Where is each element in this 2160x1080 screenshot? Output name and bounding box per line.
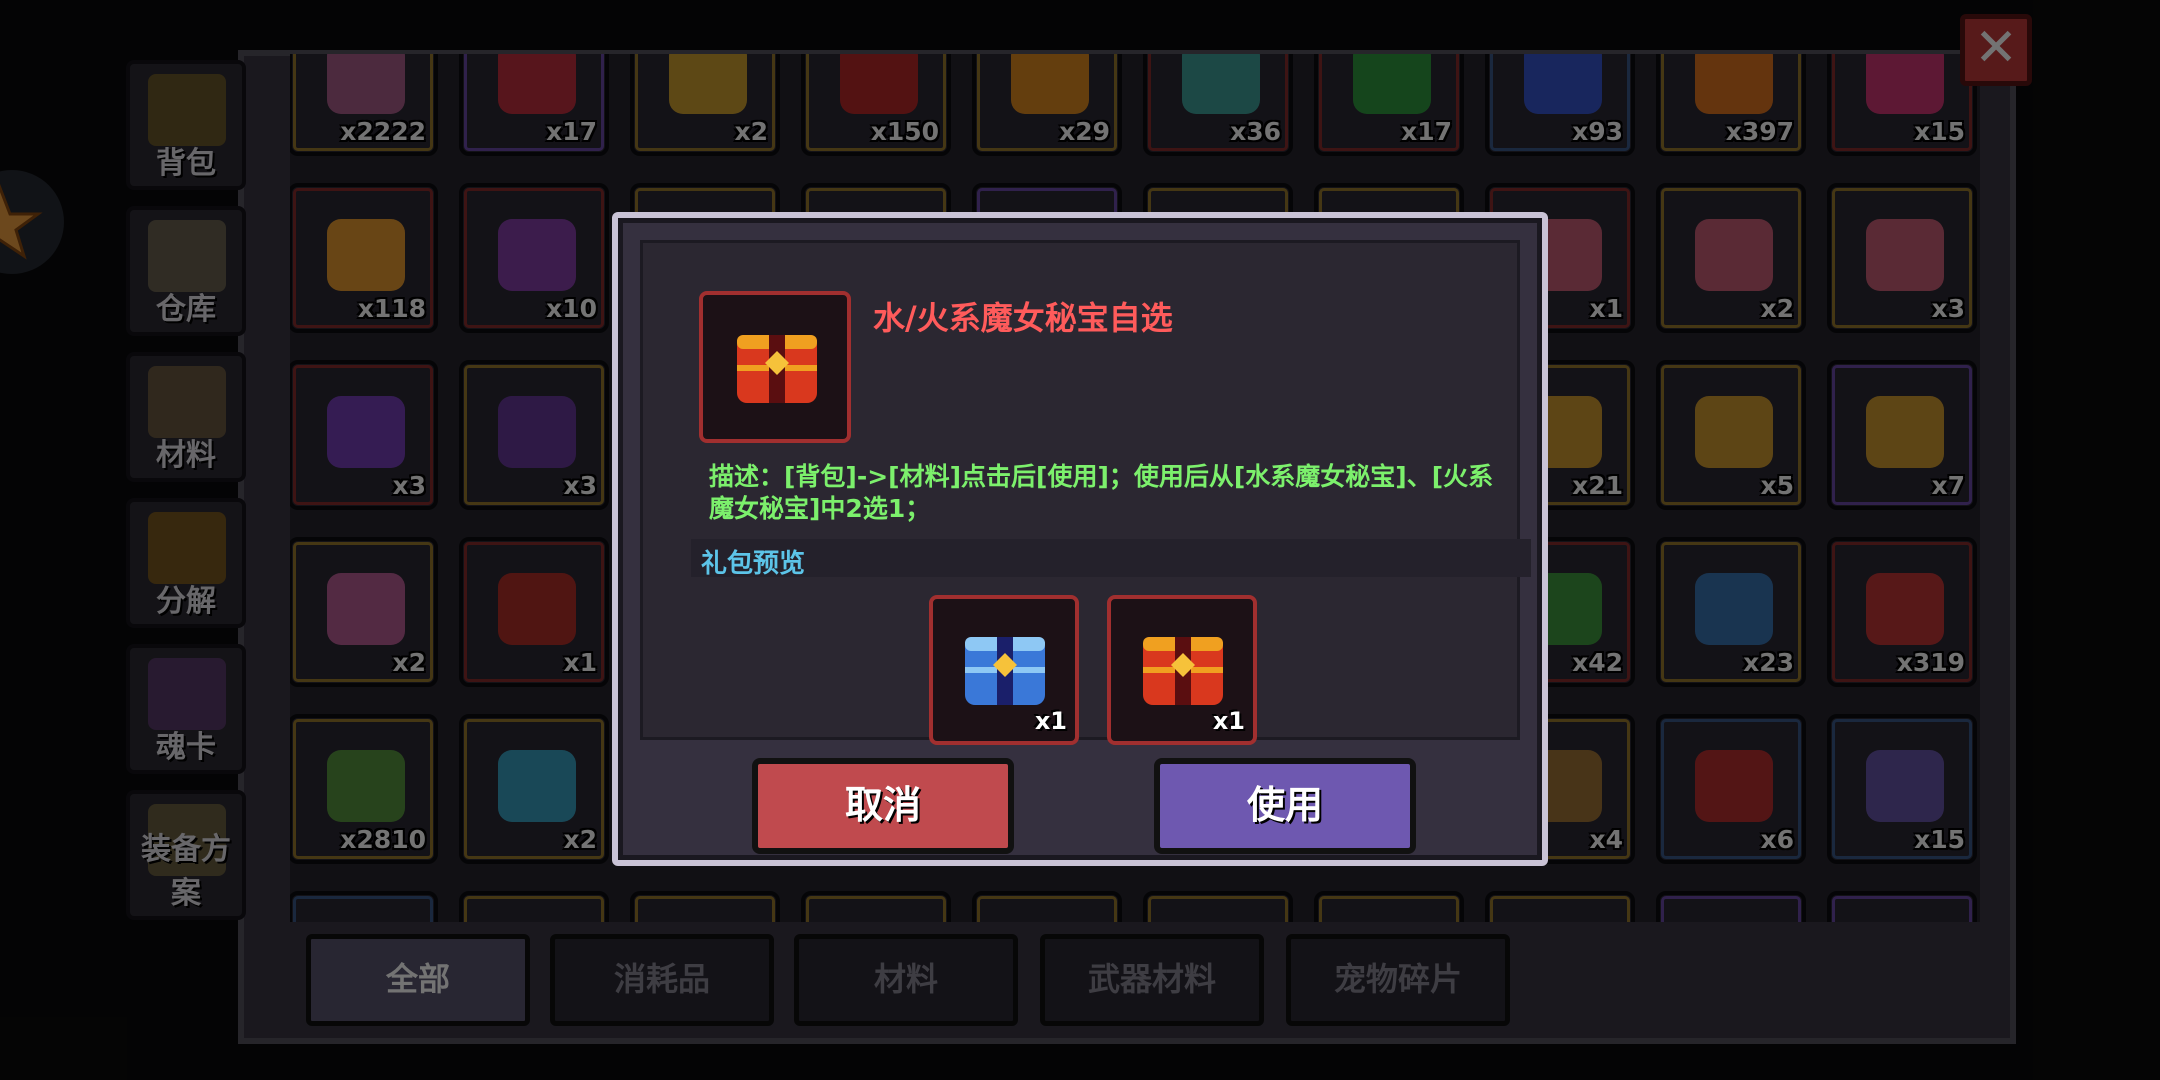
- fire-witch-chest-icon: [737, 335, 817, 403]
- reward-slot-fire[interactable]: x1: [1107, 595, 1257, 745]
- preview-label: 礼包预览: [701, 549, 806, 579]
- reward-count: x1: [1034, 707, 1067, 735]
- cancel-button[interactable]: 取消: [752, 758, 1014, 854]
- gift-dialog: 水/火系魔女秘宝自选 描述：[背包]->[材料]点击后[使用]；使用后从[水系魔…: [612, 212, 1548, 866]
- water-witch-chest-icon: [965, 637, 1045, 705]
- item-description: 描述：[背包]->[材料]点击后[使用]；使用后从[水系魔女秘宝]、[火系魔女秘…: [709, 462, 1494, 523]
- game-screen: x2222x17x2x150x29x36x17x93x397x15x118x10…: [0, 0, 2160, 1080]
- use-button[interactable]: 使用: [1154, 758, 1416, 854]
- reward-slot-water[interactable]: x1: [929, 595, 1079, 745]
- item-icon-frame: [699, 291, 851, 443]
- dialog-title: 水/火系魔女秘宝自选: [873, 299, 1173, 337]
- preview-bar: [691, 539, 1531, 577]
- fire-witch-chest-icon: [1143, 637, 1223, 705]
- reward-count: x1: [1212, 707, 1245, 735]
- dialog-content: 水/火系魔女秘宝自选 描述：[背包]->[材料]点击后[使用]；使用后从[水系魔…: [640, 240, 1531, 745]
